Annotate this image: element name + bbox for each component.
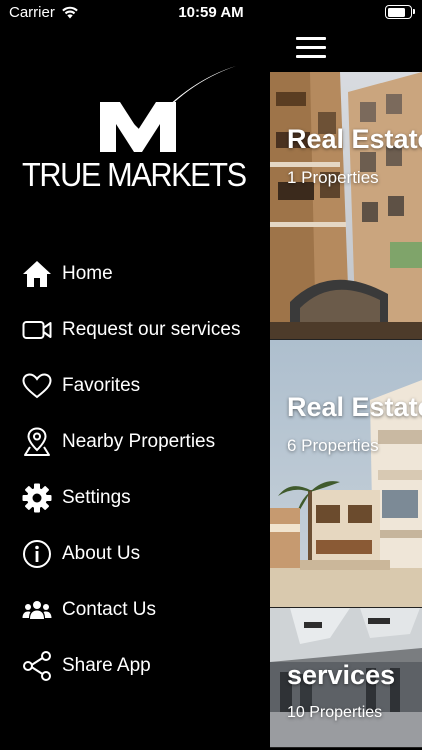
card-title: services — [287, 660, 396, 690]
menu-item-contact-us[interactable]: Contact Us — [0, 586, 270, 634]
menu-label: Request our services — [62, 319, 241, 340]
card-image — [270, 72, 422, 339]
logo-text: TRUE MARKETS — [22, 156, 247, 193]
menu-label: Settings — [62, 487, 131, 508]
menu-label: Home — [62, 263, 113, 284]
map-pin-icon — [22, 427, 52, 457]
battery-level — [387, 7, 405, 17]
menu-label: Favorites — [62, 375, 141, 396]
menu-label: About Us — [62, 543, 141, 564]
hamburger-icon[interactable] — [296, 35, 326, 61]
card-title: Real Estate — [287, 124, 422, 154]
menu-item-settings[interactable]: Settings — [0, 474, 270, 522]
status-bar: Carrier 10:59 AM — [0, 0, 422, 26]
card-subtitle: 1 Properties — [287, 168, 379, 187]
info-icon — [22, 539, 52, 569]
menu-label: Nearby Properties — [62, 431, 216, 452]
checkmark-logo-icon — [100, 66, 236, 152]
card-subtitle: 6 Properties — [287, 436, 379, 455]
battery-icon — [385, 5, 415, 19]
group-icon — [22, 595, 52, 625]
gear-icon — [22, 483, 52, 513]
side-drawer: TRUE MARKETS Home Request our services F… — [0, 26, 270, 750]
menu-item-about-us[interactable]: About Us — [0, 530, 270, 578]
menu-item-request-services[interactable]: Request our services — [0, 306, 270, 354]
category-card[interactable]: Real Estate 1 Properties — [270, 72, 422, 340]
menu-item-share-app[interactable]: Share App — [0, 642, 270, 690]
card-subtitle: 10 Properties — [287, 704, 383, 721]
menu-item-favorites[interactable]: Favorites — [0, 362, 270, 410]
heart-icon — [22, 371, 52, 401]
menu-label: Contact Us — [62, 599, 156, 620]
category-card[interactable]: Real Estate 6 Properties — [270, 340, 422, 608]
category-card[interactable]: services 10 Properties — [270, 608, 422, 748]
logo: TRUE MARKETS — [22, 66, 258, 196]
clock: 10:59 AM — [178, 4, 244, 21]
card-image — [270, 340, 422, 607]
menu-label: Share App — [62, 655, 151, 676]
main-content: Real Estate 1 Properties Real Estate 6 P… — [270, 26, 422, 750]
video-camera-icon — [22, 315, 52, 345]
menu-item-home[interactable]: Home — [0, 250, 270, 298]
home-icon — [22, 259, 52, 289]
card-title: Real Estate — [287, 392, 422, 422]
menu-item-nearby-properties[interactable]: Nearby Properties — [0, 418, 270, 466]
share-icon — [22, 651, 52, 681]
category-list: Real Estate 1 Properties Real Estate 6 P… — [270, 72, 422, 748]
